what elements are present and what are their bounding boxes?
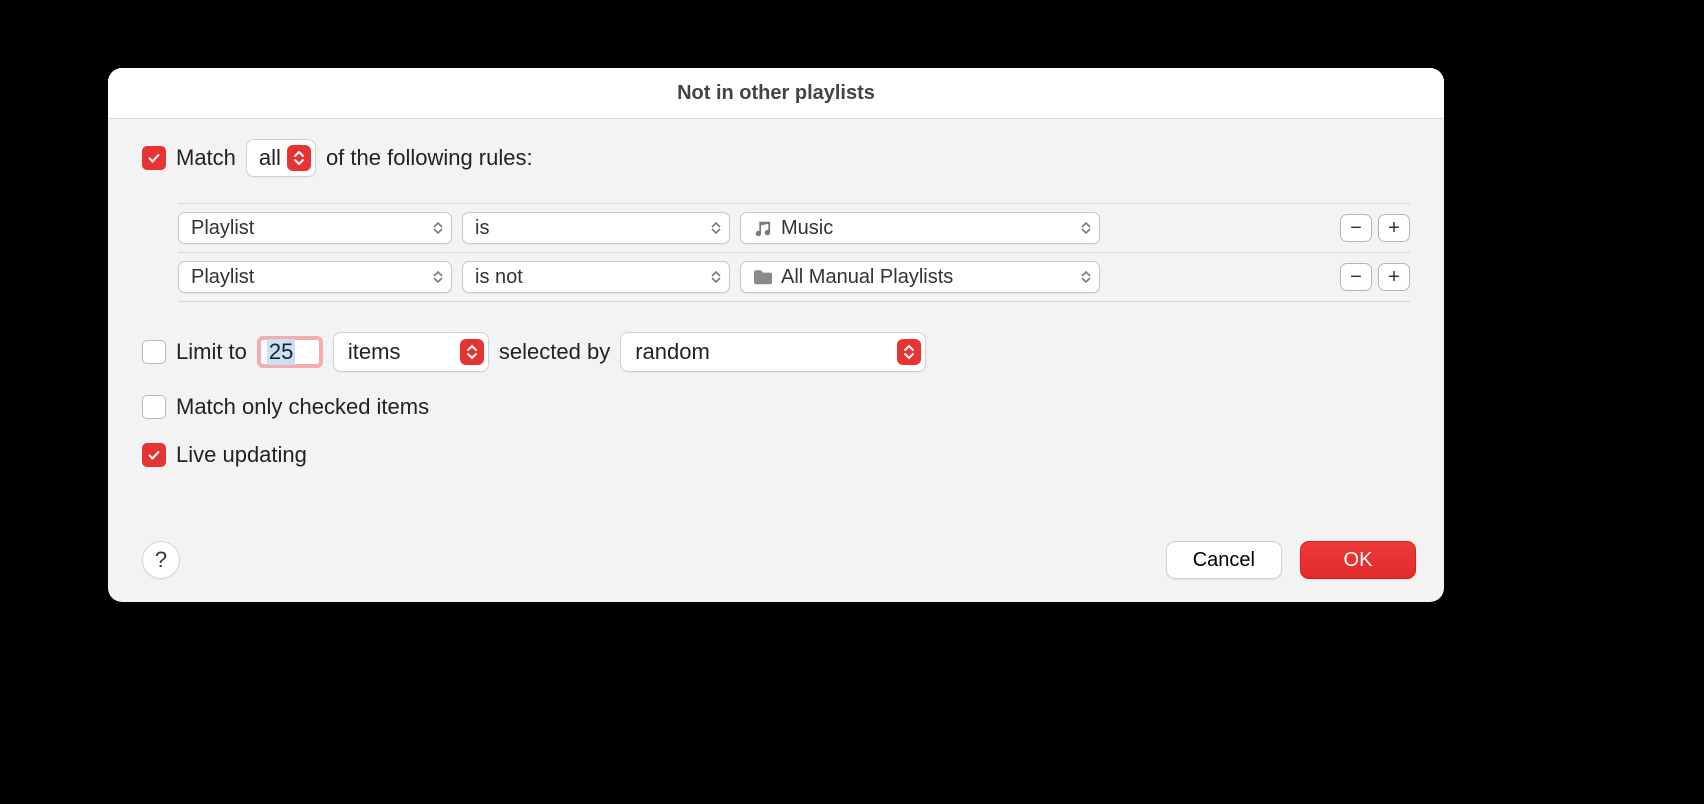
rule-field-popup[interactable]: Playlist (178, 261, 452, 293)
rule-op-popup[interactable]: is not (462, 261, 730, 293)
match-row: Match all of the following rules: (142, 139, 1410, 177)
match-suffix: of the following rules: (326, 145, 533, 171)
rule-value-label: Music (781, 217, 833, 240)
updown-icon (433, 222, 443, 234)
remove-rule-button[interactable]: − (1340, 214, 1372, 242)
stepper-icon (287, 145, 311, 171)
folder-icon (753, 268, 773, 286)
stepper-icon (897, 339, 921, 365)
match-quantifier-popup[interactable]: all (246, 139, 316, 177)
limit-mode-label: random (635, 339, 710, 365)
remove-rule-button[interactable]: − (1340, 263, 1372, 291)
rule-op-popup[interactable]: is (462, 212, 730, 244)
updown-icon (1081, 222, 1091, 234)
rule-row: Playlist is not (178, 252, 1410, 302)
match-checked-checkbox[interactable] (142, 395, 166, 419)
match-quantifier-label: all (259, 145, 281, 171)
updown-icon (711, 222, 721, 234)
rule-op-label: is (475, 217, 489, 240)
music-note-icon (753, 219, 773, 237)
rule-field-popup[interactable]: Playlist (178, 212, 452, 244)
rule-value-popup[interactable]: Music (740, 212, 1100, 244)
rule-field-label: Playlist (191, 266, 254, 289)
stepper-icon (460, 339, 484, 365)
help-button[interactable]: ? (142, 541, 180, 579)
limit-count-field[interactable]: 25 (257, 336, 323, 368)
rule-value-popup[interactable]: All Manual Playlists (740, 261, 1100, 293)
cancel-button[interactable]: Cancel (1166, 541, 1282, 579)
limit-count-value: 25 (267, 339, 295, 365)
updown-icon (711, 271, 721, 283)
live-updating-label: Live updating (176, 442, 307, 468)
rule-op-label: is not (475, 266, 523, 289)
limit-checkbox[interactable] (142, 340, 166, 364)
updown-icon (433, 271, 443, 283)
limit-label: Limit to (176, 339, 247, 365)
dialog-body: Match all of the following rules: Playli… (108, 119, 1444, 468)
ok-button[interactable]: OK (1300, 541, 1416, 579)
match-prefix: Match (176, 145, 236, 171)
limit-row: Limit to 25 items selected by random (142, 332, 1410, 372)
limit-mode-popup[interactable]: random (620, 332, 926, 372)
selected-by-label: selected by (499, 339, 610, 365)
live-updating-row: Live updating (142, 442, 1410, 468)
limit-unit-popup[interactable]: items (333, 332, 489, 372)
rule-row: Playlist is (178, 203, 1410, 252)
match-checked-row: Match only checked items (142, 394, 1410, 420)
add-rule-button[interactable]: + (1378, 263, 1410, 291)
match-checkbox[interactable] (142, 146, 166, 170)
smart-playlist-dialog: Not in other playlists Match all of the … (108, 68, 1444, 602)
live-updating-checkbox[interactable] (142, 443, 166, 467)
rules-list: Playlist is (178, 203, 1410, 302)
dialog-title: Not in other playlists (108, 68, 1444, 119)
rule-value-label: All Manual Playlists (781, 266, 953, 289)
footer: ? Cancel OK (108, 518, 1444, 602)
limit-unit-label: items (348, 339, 401, 365)
rule-field-label: Playlist (191, 217, 254, 240)
add-rule-button[interactable]: + (1378, 214, 1410, 242)
match-checked-label: Match only checked items (176, 394, 429, 420)
updown-icon (1081, 271, 1091, 283)
